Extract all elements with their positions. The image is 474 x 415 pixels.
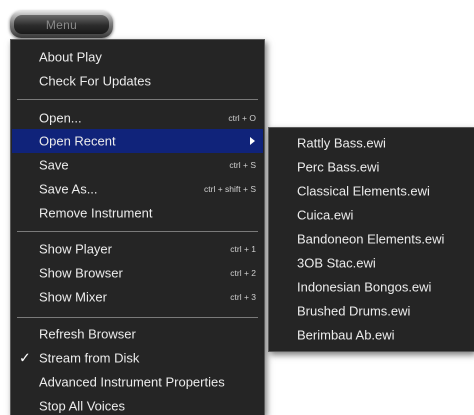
main-menu: About Play Check For Updates Open... ctr…: [10, 39, 265, 415]
menu-item-show-player[interactable]: Show Player ctrl + 1: [11, 237, 264, 261]
menu-item-remove-instrument[interactable]: Remove Instrument: [11, 201, 264, 225]
recent-file-item[interactable]: Cuica.ewi: [269, 203, 474, 227]
menu-item-label: Open...: [39, 110, 82, 126]
menu-separator: [17, 99, 258, 100]
menu-item-label: Save: [39, 157, 69, 173]
recent-file-item[interactable]: Indonesian Bongos.ewi: [269, 275, 474, 299]
recent-file-label: Classical Elements.ewi: [297, 183, 430, 199]
recent-file-label: Rattly Bass.ewi: [297, 135, 386, 151]
menu-item-show-browser[interactable]: Show Browser ctrl + 2: [11, 261, 264, 285]
menu-item-open-recent[interactable]: Open Recent: [12, 129, 263, 153]
menu-item-stop-all-voices[interactable]: Stop All Voices: [11, 394, 264, 415]
recent-file-item[interactable]: 3OB Stac.ewi: [269, 251, 474, 275]
recent-file-item[interactable]: Perc Bass.ewi: [269, 155, 474, 179]
menu-item-shortcut: ctrl + 2: [230, 268, 256, 278]
menu-item-label: Stream from Disk: [39, 350, 140, 366]
recent-file-item[interactable]: Classical Elements.ewi: [269, 179, 474, 203]
menu-item-label: Refresh Browser: [39, 326, 136, 342]
recent-file-label: Berimbau Ab.ewi: [297, 327, 395, 343]
menu-item-label: Open Recent: [39, 133, 116, 149]
menu-separator: [17, 231, 258, 232]
menu-item-about[interactable]: About Play: [11, 45, 264, 69]
recent-file-label: Perc Bass.ewi: [297, 159, 380, 175]
recent-file-label: Bandoneon Elements.ewi: [297, 231, 445, 247]
menu-item-shortcut: ctrl + O: [228, 113, 256, 123]
menu-item-open[interactable]: Open... ctrl + O: [11, 106, 264, 130]
menu-item-stream-from-disk[interactable]: ✓ Stream from Disk: [11, 346, 264, 370]
recent-file-label: Brushed Drums.ewi: [297, 303, 411, 319]
menu-item-label: Check For Updates: [39, 73, 151, 89]
menu-item-advanced-properties[interactable]: Advanced Instrument Properties: [11, 370, 264, 394]
menu-item-label: Save As...: [39, 181, 98, 197]
menu-item-label: Show Mixer: [39, 289, 107, 305]
menu-separator: [17, 317, 258, 318]
menu-item-shortcut: ctrl + shift + S: [204, 184, 256, 194]
menu-item-label: Stop All Voices: [39, 398, 125, 414]
menu-item-label: About Play: [39, 49, 102, 65]
menu-item-show-mixer[interactable]: Show Mixer ctrl + 3: [11, 285, 264, 309]
menu-item-check-updates[interactable]: Check For Updates: [11, 69, 264, 93]
recent-file-label: Cuica.ewi: [297, 207, 354, 223]
menu-button[interactable]: Menu: [10, 11, 113, 38]
open-recent-submenu: Rattly Bass.ewi Perc Bass.ewi Classical …: [268, 127, 474, 352]
menu-item-label: Advanced Instrument Properties: [39, 374, 225, 390]
menu-item-label: Remove Instrument: [39, 205, 153, 221]
menu-item-shortcut: ctrl + 3: [230, 292, 256, 302]
recent-file-label: 3OB Stac.ewi: [297, 255, 376, 271]
recent-file-item[interactable]: Brushed Drums.ewi: [269, 299, 474, 323]
submenu-arrow-icon: [250, 137, 255, 145]
recent-file-label: Indonesian Bongos.ewi: [297, 279, 432, 295]
recent-file-item[interactable]: Berimbau Ab.ewi: [269, 323, 474, 347]
screen: Menu About Play Check For Updates Open..…: [0, 0, 474, 415]
menu-item-save[interactable]: Save ctrl + S: [11, 153, 264, 177]
menu-item-label: Show Player: [39, 241, 112, 257]
menu-item-shortcut: ctrl + 1: [230, 244, 256, 254]
menu-button-label: Menu: [14, 15, 109, 34]
checkmark-icon: ✓: [19, 349, 31, 366]
recent-file-item[interactable]: Rattly Bass.ewi: [269, 131, 474, 155]
menu-item-refresh-browser[interactable]: Refresh Browser: [11, 322, 264, 346]
menu-item-shortcut: ctrl + S: [229, 160, 256, 170]
recent-file-item[interactable]: Bandoneon Elements.ewi: [269, 227, 474, 251]
menu-item-save-as[interactable]: Save As... ctrl + shift + S: [11, 177, 264, 201]
menu-item-label: Show Browser: [39, 265, 123, 281]
